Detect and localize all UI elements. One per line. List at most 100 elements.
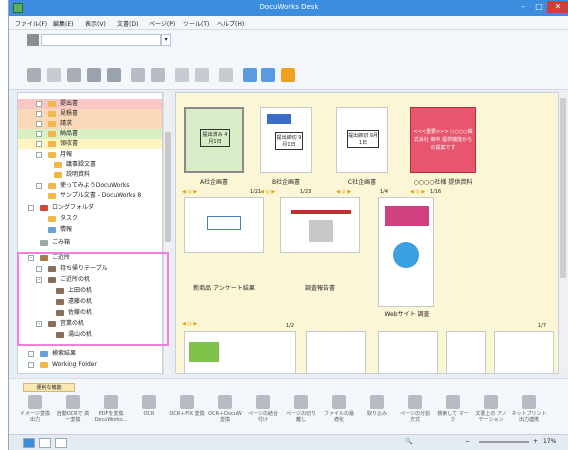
document-thumbnail[interactable] (184, 197, 264, 253)
page-split-button[interactable]: ページの切り 離し (283, 393, 319, 433)
file-optimize-button[interactable]: ファイルの最 適化 (321, 393, 357, 433)
tree-item[interactable]: 検索結果 (18, 349, 162, 359)
tree-item-trash[interactable]: ごみ箱 (18, 238, 162, 248)
image-convert-button[interactable]: イメージ変換 出力 (17, 393, 53, 433)
doc-label: A社企画書 (199, 179, 229, 186)
document-thumbnail[interactable] (280, 197, 360, 253)
tree-item[interactable]: 情報 (18, 225, 162, 235)
tree-item[interactable]: 請求 (18, 119, 162, 129)
scroll-thumb[interactable] (560, 98, 566, 278)
menu-view[interactable]: 表示(V) (85, 19, 106, 28)
document-thumbnail[interactable]: 提出済み 4月1日 (184, 107, 244, 173)
page-nav[interactable]: ◀ ◎ ▶ (410, 189, 425, 195)
ocr-button[interactable]: OCR (131, 393, 167, 433)
print-icon[interactable] (47, 68, 61, 82)
folder-up-icon[interactable] (281, 68, 295, 82)
back-arrow-icon[interactable] (243, 68, 257, 82)
ocr-icon (142, 395, 156, 409)
close-button[interactable]: ✕ (547, 1, 568, 13)
thumb-banner (385, 206, 429, 226)
function-bar: 便利な機能 イメージ変換 出力 自動OCRで 高一変換 PDFを変換 DocuW… (9, 378, 568, 434)
page-merge-button[interactable]: ページの結合 付け (245, 393, 281, 433)
zoom-plus[interactable]: + (533, 438, 538, 445)
page-nav[interactable]: ◀ ◎ ▶ (260, 189, 275, 195)
menu-edit[interactable]: 編集(E) (53, 19, 73, 28)
page-counter: 1/4 (380, 189, 389, 195)
forward-arrow-icon[interactable] (261, 68, 275, 82)
path-input[interactable] (41, 34, 161, 46)
doc-label: 新商品 アンケート結果 (193, 285, 255, 292)
tab-useful-functions[interactable]: 便利な機能 (23, 383, 75, 392)
tree-item[interactable]: 見積書 (18, 109, 162, 119)
search-mark-button[interactable]: 検索して マーク (435, 393, 471, 433)
tree-item[interactable]: 使ってみようDocuWorks (18, 181, 162, 191)
import-button[interactable]: 取り込み (359, 393, 395, 433)
tree-item[interactable]: 提出書 (18, 99, 162, 109)
document-thumbnail[interactable] (378, 331, 438, 373)
pdf-icon (104, 395, 118, 409)
view-list-icon[interactable] (39, 438, 51, 448)
document-thumbnail[interactable] (378, 197, 434, 307)
thumb-image (189, 342, 219, 362)
text-icon[interactable] (107, 68, 121, 82)
merge-icon (256, 395, 270, 409)
pdf-convert-button[interactable]: PDFを変換 DocuWorks... (93, 393, 129, 433)
menu-tools[interactable]: ツール(T) (183, 19, 209, 28)
menu-document[interactable]: 文書(D) (117, 19, 138, 28)
tree-item[interactable]: 月報 (18, 150, 162, 160)
scan-icon[interactable] (27, 68, 41, 82)
ocr-docuworks-button[interactable]: OCR＋DocuW 変換 (207, 393, 243, 433)
page-nav[interactable]: ◀ ◎ ▶ (336, 189, 351, 195)
copy-icon[interactable] (67, 68, 81, 82)
thumb-stamp: 提出締切 9月1日 (275, 132, 303, 150)
page-nav[interactable]: ◀ ◎ ▶ (182, 189, 197, 195)
page-icon[interactable] (175, 68, 189, 82)
document-thumbnail[interactable] (446, 331, 486, 373)
ocr-fix-icon (180, 395, 194, 409)
chevron-down-icon[interactable]: ▾ (161, 34, 171, 46)
annotation-button[interactable]: 文書上の アノテーション (473, 393, 509, 433)
menu-file[interactable]: ファイル(F) (15, 19, 47, 28)
window-title: DocuWorks Desk (259, 3, 319, 11)
tree-item[interactable]: 議事録文書 (18, 160, 162, 170)
menu-help[interactable]: ヘルプ(H) (217, 19, 244, 28)
maximize-button[interactable]: □ (531, 1, 547, 13)
ocr-fix-button[interactable]: OCR＋FIX 変換 (169, 393, 205, 433)
document-thumbnail[interactable] (184, 331, 296, 373)
document-thumbnail[interactable]: 提出締切 9月1日 (260, 107, 312, 173)
page-icon-2[interactable] (195, 68, 209, 82)
tree-item[interactable]: Working Folder (18, 360, 162, 370)
document-thumbnail[interactable] (306, 331, 366, 373)
tree-item[interactable]: 領収書 (18, 139, 162, 149)
zoom-out-icon[interactable]: 🔍 (405, 438, 412, 445)
page-counter: 1/23 (300, 189, 312, 195)
tree-item[interactable]: ロングフォルダ (18, 203, 162, 213)
scroll-thumb[interactable] (165, 132, 171, 242)
bind-icon[interactable] (131, 68, 145, 82)
page-counter: 1/16 (430, 189, 442, 195)
tree-item[interactable]: サンプル文書 - DocuWorks 8 (18, 191, 162, 201)
tree-item[interactable]: タスク (18, 214, 162, 224)
document-thumbnail[interactable]: 提出締切 9月1日 (336, 107, 388, 173)
zoom-minus[interactable]: − (465, 438, 470, 445)
tree-item[interactable]: 納品書 (18, 129, 162, 139)
attach-icon[interactable] (219, 68, 233, 82)
page-nav[interactable]: ◀ ◎ ▶ (182, 321, 197, 327)
view-icon[interactable] (87, 68, 101, 82)
document-scrollbar[interactable] (559, 92, 567, 374)
netprint-button[interactable]: ネットプリント 出力連携 (511, 393, 547, 433)
menu-page[interactable]: ページ(P) (149, 19, 175, 28)
document-thumbnail[interactable] (494, 331, 554, 373)
document-pane: 提出済み 4月1日 A社企画書 提出締切 9月1日 B社企画書 1/23 提出締… (175, 92, 559, 374)
zoom-slider[interactable] (479, 441, 529, 443)
view-detail-icon[interactable] (55, 438, 67, 448)
document-thumbnail[interactable]: <<<重要>>> ○○○○株式会社 御中 提供機能からの提案です (410, 107, 476, 173)
ocr-icon (66, 395, 80, 409)
view-thumbnail-icon[interactable] (23, 438, 35, 448)
thumb-image (309, 220, 333, 242)
page-divide-button[interactable]: ページの分割 方式 (397, 393, 433, 433)
auto-ocr-button[interactable]: 自動OCRで 高一変換 (55, 393, 91, 433)
tree-item[interactable]: 説明資料 (18, 170, 162, 180)
split-icon[interactable] (151, 68, 165, 82)
minimize-button[interactable]: – (515, 1, 531, 13)
